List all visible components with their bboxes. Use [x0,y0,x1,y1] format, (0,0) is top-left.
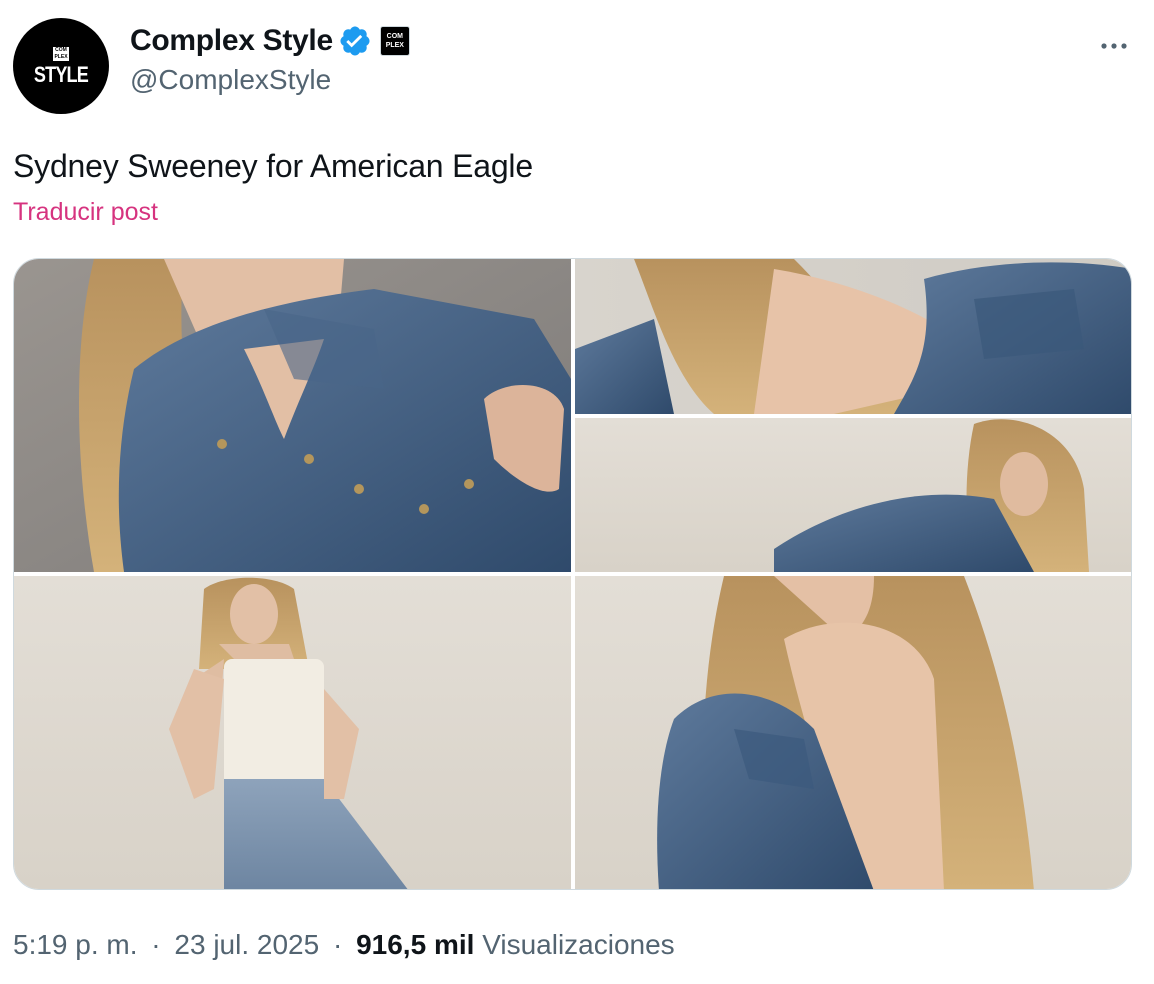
photo-2[interactable] [575,259,1132,414]
tweet-text: Sydney Sweeney for American Eagle [13,148,533,184]
meta-separator: · [332,929,343,960]
name-row: Complex Style COM PLEX [130,24,410,58]
photo-4[interactable] [14,576,571,890]
views-count: 916,5 mil [356,929,475,960]
avatar-style-word: STYLE [33,61,89,87]
tweet-date[interactable]: 23 jul. 2025 [174,929,319,960]
avatar-complex-logo: COM PLEX [53,46,69,61]
views-label: Visualizaciones [482,929,675,960]
meta-separator: · [151,929,161,960]
verified-badge-icon[interactable] [338,24,372,58]
tweet-meta: 5:19 p. m. · 23 jul. 2025 · 916,5 mil Vi… [13,929,675,961]
photo-1[interactable] [14,259,571,572]
tweet-time[interactable]: 5:19 p. m. [13,929,138,960]
translate-post-link[interactable]: Traducir post [13,198,158,227]
handle[interactable]: @ComplexStyle [130,64,331,96]
avatar[interactable]: COM PLEX STYLE [13,18,109,114]
display-name[interactable]: Complex Style [130,24,333,58]
photo-3[interactable] [575,418,1132,572]
media-grid [13,258,1132,890]
affiliate-badge-icon[interactable]: COM PLEX [379,26,410,56]
photo-5[interactable] [575,576,1132,890]
more-horizontal-icon[interactable] [1096,28,1132,64]
